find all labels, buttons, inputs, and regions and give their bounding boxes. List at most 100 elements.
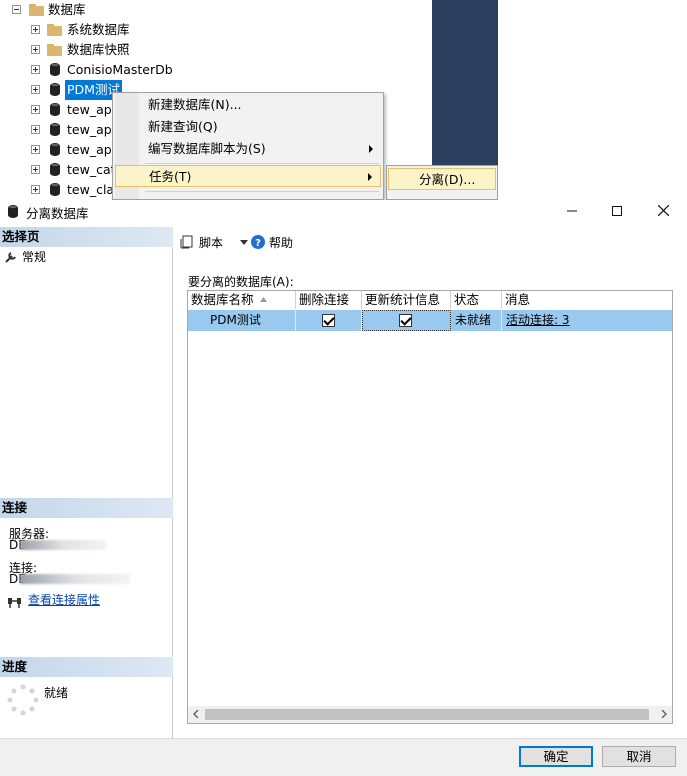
database-icon: [50, 143, 60, 156]
tree-node-tew-app-3[interactable]: tew_app: [0, 140, 112, 160]
column-header-label: 数据库名称: [191, 292, 254, 307]
menu-item-label: 分离(D)...: [419, 172, 476, 187]
expand-icon[interactable]: [31, 25, 40, 34]
horizontal-scrollbar[interactable]: [188, 706, 672, 723]
context-menu: 新建数据库(N)... 新建查询(Q) 编写数据库脚本为(S) 任务(T): [112, 92, 384, 200]
tree-node-label: tew_clas: [67, 182, 112, 197]
connection-heading: 连接: [0, 498, 173, 518]
scroll-right-icon[interactable]: [661, 710, 667, 718]
menu-item-new-query[interactable]: 新建查询(Q): [115, 116, 381, 138]
column-header-update-statistics[interactable]: 更新统计信息: [362, 291, 451, 309]
tree-node-system-databases[interactable]: 系统数据库: [0, 20, 200, 40]
view-connection-link[interactable]: 查看连接属性: [28, 591, 100, 608]
column-header-drop-connections[interactable]: 删除连接: [296, 291, 362, 309]
minimize-button[interactable]: [549, 200, 595, 222]
detach-database-dialog: 分离数据库 选择页 常规 连接 服务器: DE 连接: DE 查看连接属性 进度…: [0, 200, 687, 776]
tree-node-label: ConisioMasterDb: [67, 62, 173, 77]
expand-icon[interactable]: [31, 185, 40, 194]
help-button[interactable]: ? 帮助: [251, 234, 301, 252]
progress-spinner-icon: [7, 684, 39, 716]
column-header-label: 更新统计信息: [365, 292, 441, 307]
svg-text:?: ?: [255, 238, 261, 249]
column-header-status[interactable]: 状态: [451, 291, 502, 309]
left-panel: 选择页 常规 连接 服务器: DE 连接: DE 查看连接属性 进度 就绪: [0, 227, 173, 738]
database-icon: [50, 103, 60, 116]
menu-item-label: 新建查询(Q): [148, 119, 218, 134]
right-panel: 脚本 ? 帮助 要分离的数据库(A): 数据库名称 删除连接 更新统计信息 状态…: [174, 227, 687, 738]
collapse-icon[interactable]: [12, 5, 21, 14]
submenu-arrow-icon: [369, 145, 373, 153]
scrollbar-thumb[interactable]: [205, 709, 649, 720]
database-icon: [50, 123, 60, 136]
tree-node-tew-app-1[interactable]: tew_app: [0, 100, 112, 120]
expand-icon[interactable]: [31, 125, 40, 134]
sort-ascending-icon: [260, 297, 267, 302]
menu-item-label: 任务(T): [149, 169, 192, 184]
update-statistics-checkbox[interactable]: [399, 314, 412, 327]
menu-item-new-database[interactable]: 新建数据库(N)...: [115, 94, 381, 116]
tree-node-label: 数据库快照: [67, 42, 130, 57]
tree-node-tew-app-2[interactable]: tew_app: [0, 120, 112, 140]
expand-icon[interactable]: [31, 45, 40, 54]
help-label: 帮助: [269, 236, 294, 250]
dialog-title: 分离数据库: [26, 206, 89, 221]
table-row[interactable]: PDM测试 未就绪 活动连接: 3: [188, 310, 672, 331]
column-header-name[interactable]: 数据库名称: [188, 291, 296, 309]
progress-heading: 进度: [0, 657, 173, 677]
column-header-label: 状态: [454, 292, 480, 307]
database-icon: [50, 63, 60, 76]
page-item-general[interactable]: 常规: [4, 248, 164, 266]
menu-item-detach[interactable]: 分离(D)...: [388, 168, 496, 190]
cell-update-statistics: [362, 310, 451, 331]
close-icon: [657, 204, 669, 217]
menu-item-script-database-as[interactable]: 编写数据库脚本为(S): [115, 138, 381, 160]
expand-icon[interactable]: [31, 65, 40, 74]
tree-node-conisiomasterdb[interactable]: ConisioMasterDb: [0, 60, 200, 80]
script-button[interactable]: 脚本: [180, 234, 250, 252]
menu-item-tasks[interactable]: 任务(T): [115, 165, 381, 187]
dialog-footer: 确定 取消: [0, 738, 687, 776]
column-header-label: 删除连接: [299, 292, 350, 307]
expand-icon[interactable]: [31, 145, 40, 154]
wrench-icon: [5, 252, 16, 263]
tree-node-label: tew_app: [67, 102, 112, 117]
expand-icon[interactable]: [31, 105, 40, 114]
message-link[interactable]: 活动连接: 3: [506, 313, 570, 327]
database-icon: [50, 83, 60, 96]
scroll-left-icon[interactable]: [193, 710, 199, 718]
cell-status: 未就绪: [451, 310, 502, 331]
column-header-message[interactable]: 消息: [502, 291, 672, 309]
close-button[interactable]: [640, 200, 686, 222]
tree-node-label: 数据库: [48, 2, 86, 17]
submenu-arrow-icon: [368, 173, 372, 181]
expand-icon[interactable]: [31, 85, 40, 94]
tree-node-databases[interactable]: 数据库: [0, 0, 200, 20]
tree-node-label: tew_app: [67, 142, 112, 157]
folder-icon: [47, 24, 62, 36]
cell-database-name: PDM测试: [188, 310, 296, 331]
tree-node-label: tew_app: [67, 122, 112, 137]
tree-node-tew-clas[interactable]: tew_clas: [0, 180, 112, 200]
tree-node-tew-cata[interactable]: tew_cata: [0, 160, 112, 180]
progress-status: 就绪: [44, 686, 69, 700]
database-icon: [8, 205, 18, 218]
tree-node-database-snapshots[interactable]: 数据库快照: [0, 40, 200, 60]
redacted-server-name: [20, 540, 106, 550]
dropdown-arrow-icon: [240, 240, 248, 245]
expand-icon[interactable]: [31, 165, 40, 174]
dialog-toolbar: 脚本 ? 帮助: [174, 227, 687, 257]
cancel-button[interactable]: 取消: [602, 746, 676, 767]
menu-separator: [145, 163, 379, 164]
maximize-button[interactable]: [594, 200, 640, 222]
drop-connections-checkbox[interactable]: [322, 314, 335, 327]
folder-icon: [47, 44, 62, 56]
ok-button[interactable]: 确定: [519, 746, 593, 767]
menu-separator: [145, 191, 379, 192]
database-icon: [50, 163, 60, 176]
folder-icon: [29, 4, 44, 16]
minimize-icon: [567, 210, 577, 212]
tree-node-label: tew_cata: [67, 162, 112, 177]
script-icon: [180, 235, 193, 249]
maximize-icon: [612, 206, 622, 216]
dialog-titlebar[interactable]: 分离数据库: [0, 200, 687, 224]
